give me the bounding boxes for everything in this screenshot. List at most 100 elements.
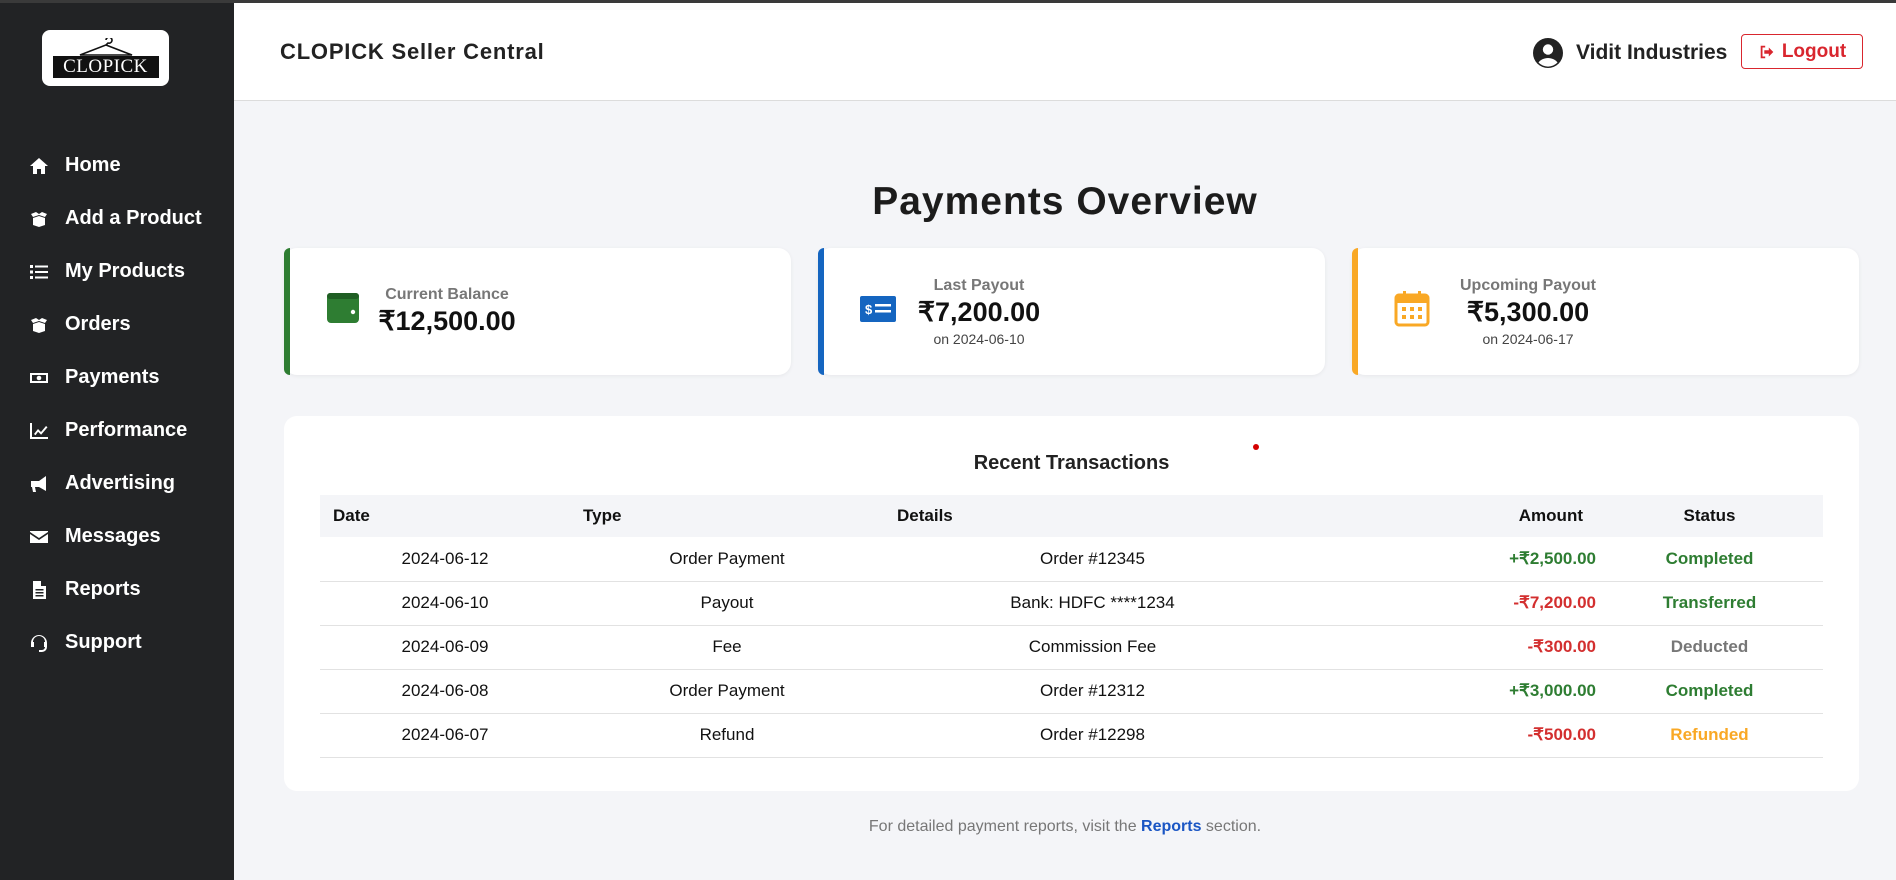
wallet-icon bbox=[327, 293, 359, 323]
cell-details: Order #12312 bbox=[884, 669, 1301, 714]
transactions-table: Date Type Details Amount Status 2024-06-… bbox=[320, 495, 1823, 758]
cell-type: Refund bbox=[570, 713, 884, 758]
cell-date: 2024-06-07 bbox=[320, 713, 570, 758]
footer-note: For detailed payment reports, visit the … bbox=[234, 818, 1896, 836]
cell-status: Completed bbox=[1596, 669, 1823, 714]
table-row: 2024-06-07 Refund Order #12298 -₹500.00 … bbox=[320, 713, 1823, 758]
cell-amount: -₹300.00 bbox=[1301, 625, 1596, 670]
sign-out-icon bbox=[1760, 45, 1774, 58]
reports-link[interactable]: Reports bbox=[1141, 818, 1201, 835]
megaphone-icon bbox=[28, 473, 50, 495]
column-header-type: Type bbox=[570, 495, 884, 537]
sidebar-item-label: Payments bbox=[65, 366, 160, 388]
list-icon bbox=[28, 261, 50, 283]
sidebar-item-orders[interactable]: Orders bbox=[0, 298, 234, 351]
cell-details: Bank: HDFC ****1234 bbox=[884, 581, 1301, 626]
cursor-dot bbox=[1253, 444, 1259, 450]
cell-amount: +₹2,500.00 bbox=[1301, 537, 1596, 582]
card-label: Last Payout bbox=[933, 276, 1025, 294]
sidebar-item-label: My Products bbox=[65, 260, 186, 282]
table-row: 2024-06-08 Order Payment Order #12312 +₹… bbox=[320, 669, 1823, 714]
money-bill-icon bbox=[28, 367, 50, 389]
headset-icon bbox=[28, 632, 50, 654]
column-header-amount: Amount bbox=[1301, 495, 1596, 537]
sidebar-item-label: Messages bbox=[65, 525, 161, 547]
card-accent-bar bbox=[818, 248, 824, 375]
cell-status: Deducted bbox=[1596, 625, 1823, 670]
cell-amount: +₹3,000.00 bbox=[1301, 669, 1596, 714]
clopick-logo[interactable]: CLOPICK bbox=[42, 30, 169, 86]
card-label: Upcoming Payout bbox=[1459, 276, 1596, 294]
cell-type: Fee bbox=[570, 625, 884, 670]
sidebar-item-messages[interactable]: Messages bbox=[0, 510, 234, 563]
sidebar-item-add-product[interactable]: Add a Product bbox=[0, 192, 234, 245]
card-value: ₹5,300.00 bbox=[1466, 296, 1590, 327]
footer-text-before: For detailed payment reports, visit the bbox=[868, 818, 1142, 835]
cell-status: Transferred bbox=[1596, 581, 1823, 626]
chart-line-icon bbox=[28, 420, 50, 442]
cell-date: 2024-06-12 bbox=[320, 537, 570, 582]
column-header-status: Status bbox=[1596, 495, 1823, 537]
cell-date: 2024-06-08 bbox=[320, 669, 570, 714]
file-icon bbox=[28, 579, 50, 601]
sidebar-item-my-products[interactable]: My Products bbox=[0, 245, 234, 298]
last-payout-card: $ Last Payout ₹7,200.00 on 2024-06-10 bbox=[818, 248, 1325, 375]
svg-text:$: $ bbox=[865, 302, 873, 317]
sidebar-item-advertising[interactable]: Advertising bbox=[0, 457, 234, 510]
cell-amount: -₹500.00 bbox=[1301, 713, 1596, 758]
table-row: 2024-06-09 Fee Commission Fee -₹300.00 D… bbox=[320, 625, 1823, 670]
cell-details: Order #12345 bbox=[884, 537, 1301, 582]
cell-status: Completed bbox=[1596, 537, 1823, 582]
table-row: 2024-06-10 Payout Bank: HDFC ****1234 -₹… bbox=[320, 581, 1823, 626]
user-circle-icon bbox=[1533, 38, 1563, 68]
card-date: on 2024-06-10 bbox=[933, 330, 1025, 347]
cell-details: Order #12298 bbox=[884, 713, 1301, 758]
money-check-icon: $ bbox=[860, 296, 896, 322]
sidebar-item-payments[interactable]: Payments bbox=[0, 351, 234, 404]
cell-type: Order Payment bbox=[570, 669, 884, 714]
cell-details: Commission Fee bbox=[884, 625, 1301, 670]
window-top-border bbox=[0, 0, 1896, 3]
logout-button[interactable]: Logout bbox=[1741, 34, 1863, 69]
cell-date: 2024-06-10 bbox=[320, 581, 570, 626]
logo-text: CLOPICK bbox=[63, 56, 148, 77]
sidebar-item-performance[interactable]: Performance bbox=[0, 404, 234, 457]
table-row: 2024-06-12 Order Payment Order #12345 +₹… bbox=[320, 537, 1823, 582]
sidebar-item-home[interactable]: Home bbox=[0, 139, 234, 192]
column-header-details: Details bbox=[884, 495, 1301, 537]
card-text: Upcoming Payout ₹5,300.00 on 2024-06-17 bbox=[1448, 248, 1608, 375]
calendar-icon bbox=[1394, 291, 1430, 327]
logout-label: Logout bbox=[1781, 40, 1847, 62]
transactions-title: Recent Transactions bbox=[973, 452, 1170, 474]
column-header-date: Date bbox=[320, 495, 570, 537]
card-text: Last Payout ₹7,200.00 on 2024-06-10 bbox=[914, 248, 1044, 375]
table-header-row: Date Type Details Amount Status bbox=[320, 495, 1823, 537]
sidebar-item-label: Reports bbox=[65, 578, 141, 600]
cell-status: Refunded bbox=[1596, 713, 1823, 758]
upcoming-payout-card: Upcoming Payout ₹5,300.00 on 2024-06-17 bbox=[1352, 248, 1859, 375]
cell-type: Payout bbox=[570, 581, 884, 626]
cell-date: 2024-06-09 bbox=[320, 625, 570, 670]
recent-transactions-panel: Recent Transactions Date Type Details Am… bbox=[284, 416, 1859, 791]
sidebar-item-label: Add a Product bbox=[65, 207, 202, 229]
user-menu[interactable]: Vidit Industries bbox=[1532, 33, 1727, 73]
page-title: Payments Overview bbox=[872, 180, 1258, 223]
sidebar-item-support[interactable]: Support bbox=[0, 616, 234, 669]
header-title: CLOPICK Seller Central bbox=[280, 39, 545, 64]
box-open-icon bbox=[28, 208, 50, 230]
sidebar-item-label: Support bbox=[65, 631, 142, 653]
sidebar: CLOPICK Home Add a Product My Products O… bbox=[0, 0, 234, 880]
card-label: Current Balance bbox=[385, 286, 509, 303]
card-value: ₹12,500.00 bbox=[378, 306, 516, 336]
logo-wordmark: CLOPICK bbox=[52, 38, 159, 78]
box-open-icon bbox=[28, 314, 50, 336]
sidebar-item-label: Advertising bbox=[65, 472, 176, 494]
card-date: on 2024-06-17 bbox=[1482, 330, 1574, 347]
sidebar-item-label: Performance bbox=[65, 419, 188, 441]
sidebar-item-reports[interactable]: Reports bbox=[0, 563, 234, 616]
card-text: Current Balance ₹12,500.00 bbox=[378, 248, 515, 375]
cell-amount: -₹7,200.00 bbox=[1301, 581, 1596, 626]
hanger-icon bbox=[79, 38, 132, 56]
sidebar-item-label: Orders bbox=[65, 313, 131, 335]
cell-type: Order Payment bbox=[570, 537, 884, 582]
